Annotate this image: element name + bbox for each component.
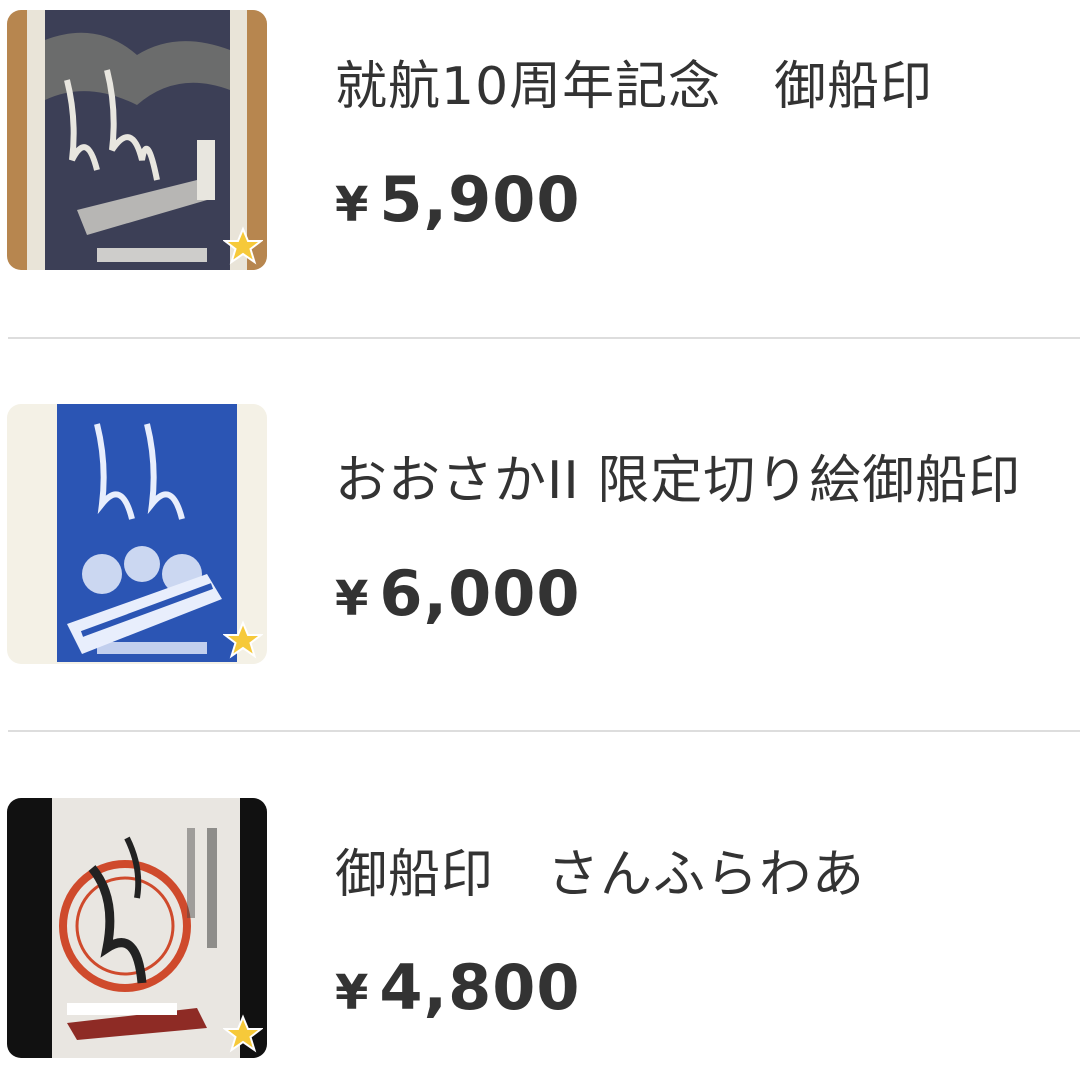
list-item[interactable]: おおさかII 限定切り絵御船印 ¥6,000 <box>0 404 1080 664</box>
currency-symbol: ¥ <box>335 177 370 233</box>
product-title[interactable]: 就航10周年記念 御船印 <box>335 52 933 122</box>
price-value: 4,800 <box>379 951 581 1024</box>
currency-symbol: ¥ <box>335 965 370 1021</box>
product-thumbnail[interactable] <box>7 404 267 664</box>
list-item[interactable]: 御船印 さんふらわあ ¥4,800 <box>0 798 1080 1058</box>
product-thumbnail[interactable] <box>7 10 267 270</box>
product-list: 就航10周年記念 御船印 ¥5,900 おおさかII 限定切り絵御船印 ¥ 6,… <box>0 0 1080 1080</box>
currency-symbol: ¥ <box>335 571 370 627</box>
product-price: ¥4,800 <box>335 948 581 1033</box>
product-title[interactable]: 御船印 さんふらわあ <box>335 840 865 910</box>
product-title[interactable]: おおさかII 限定切り絵御船印 <box>335 446 1021 516</box>
product-price: ¥5,900 <box>335 160 581 245</box>
price-value: 6,000 <box>379 557 581 630</box>
star-icon <box>223 226 263 265</box>
list-item[interactable]: 就航10周年記念 御船印 ¥5,900 <box>0 10 1080 270</box>
divider <box>8 337 1080 339</box>
product-thumbnail[interactable] <box>7 798 267 1058</box>
star-icon <box>223 620 263 659</box>
divider <box>8 730 1080 732</box>
price-value: 5,900 <box>379 163 581 236</box>
product-price: ¥6,000 <box>335 554 581 639</box>
star-icon <box>223 1014 263 1053</box>
